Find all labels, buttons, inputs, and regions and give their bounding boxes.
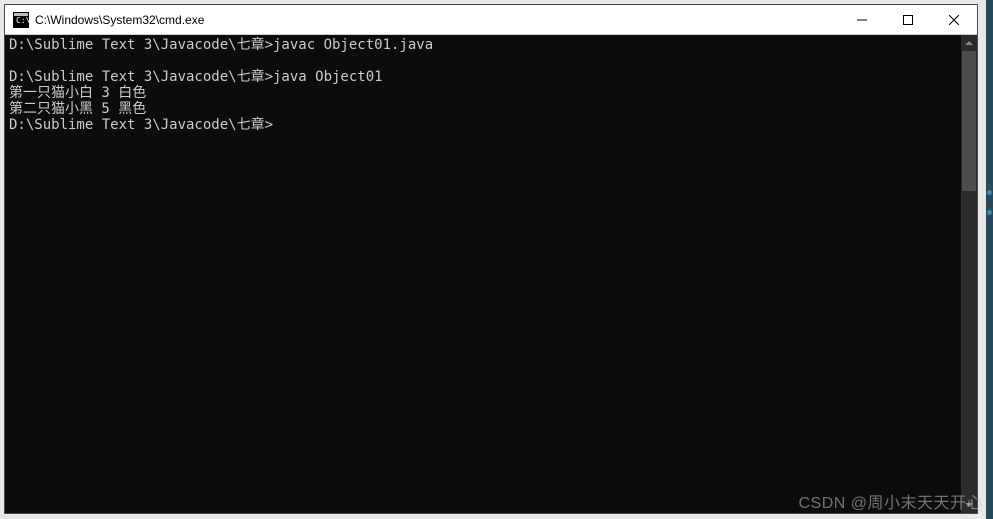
scroll-up-arrow[interactable] [961, 35, 977, 51]
maximize-button[interactable] [885, 5, 931, 34]
minimize-button[interactable] [839, 5, 885, 34]
titlebar[interactable]: C:\ C:\Windows\System32\cmd.exe [5, 5, 977, 35]
window-title: C:\Windows\System32\cmd.exe [35, 13, 839, 27]
terminal-line: D:\Sublime Text 3\Javacode\七章>java Objec… [9, 69, 957, 85]
window-controls [839, 5, 977, 34]
terminal-output[interactable]: D:\Sublime Text 3\Javacode\七章>javac Obje… [5, 35, 961, 513]
terminal-line: 第二只猫小黑 5 黑色 [9, 101, 957, 117]
terminal-area: D:\Sublime Text 3\Javacode\七章>javac Obje… [5, 35, 977, 513]
right-edge-strip [986, 0, 993, 519]
scroll-down-arrow[interactable] [961, 497, 977, 513]
svg-text:C:\: C:\ [16, 16, 29, 25]
terminal-line: D:\Sublime Text 3\Javacode\七章> [9, 117, 957, 133]
vertical-scrollbar[interactable] [961, 35, 977, 513]
edge-dot-icon [987, 190, 992, 195]
edge-dot-icon [987, 210, 992, 215]
close-button[interactable] [931, 5, 977, 34]
terminal-line [9, 53, 957, 69]
scrollbar-thumb[interactable] [962, 51, 976, 191]
terminal-line: D:\Sublime Text 3\Javacode\七章>javac Obje… [9, 37, 957, 53]
terminal-line: 第一只猫小白 3 白色 [9, 85, 957, 101]
cmd-window: C:\ C:\Windows\System32\cmd.exe D:\Subli… [4, 4, 978, 514]
cmd-icon: C:\ [13, 12, 29, 28]
